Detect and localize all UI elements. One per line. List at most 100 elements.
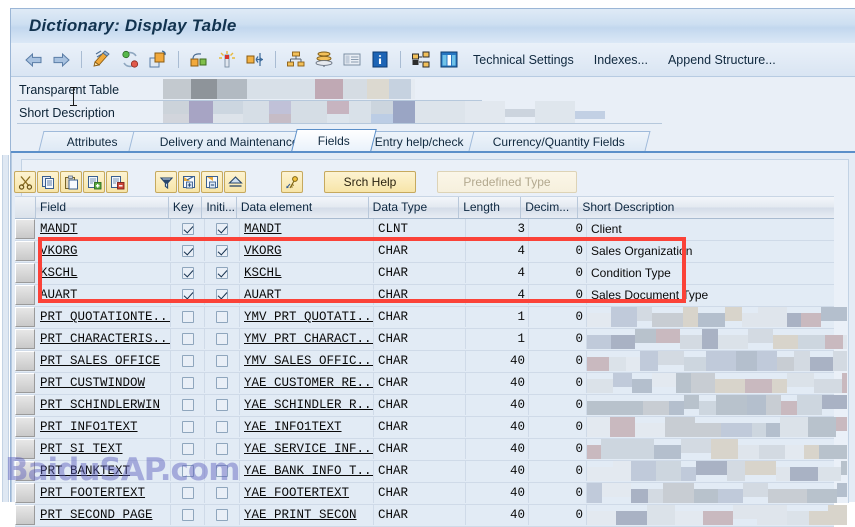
cell-field[interactable]: PRT_SECOND_PAGE: [36, 505, 171, 525]
checkbox-unchecked-icon[interactable]: [181, 509, 194, 521]
checkbox-unchecked-icon[interactable]: [216, 421, 228, 433]
checkbox-unchecked-icon[interactable]: [216, 509, 228, 521]
cell-length[interactable]: 40: [466, 417, 529, 437]
cell-initial-checkbox[interactable]: [205, 329, 240, 349]
row-select-button[interactable]: [15, 395, 35, 415]
expand-network-icon[interactable]: [243, 48, 267, 72]
cell-length[interactable]: 4: [466, 285, 529, 305]
list-display-icon[interactable]: [340, 48, 364, 72]
cell-data-element[interactable]: YMV_PRT_CHARACT...: [240, 329, 374, 349]
remove-row-button[interactable]: [201, 171, 223, 193]
cut-button[interactable]: [14, 171, 36, 193]
append-structure-link[interactable]: Append Structure...: [668, 53, 776, 67]
left-scroll-gutter[interactable]: [0, 155, 9, 502]
cell-decimals[interactable]: 0: [529, 439, 587, 459]
cell-field[interactable]: PRT_CHARACTERIS...: [36, 329, 171, 349]
cell-length[interactable]: 40: [466, 351, 529, 371]
table-row[interactable]: PRT_INFO1TEXT YAE_INFO1TEXT CHAR 40 0: [15, 417, 847, 439]
cell-data-type[interactable]: CHAR: [374, 373, 466, 393]
short-description-value-redacted[interactable]: [163, 101, 415, 123]
cell-decimals[interactable]: 0: [529, 373, 587, 393]
cell-data-type[interactable]: CHAR: [374, 307, 466, 327]
checkbox-unchecked-icon[interactable]: [181, 399, 194, 411]
cell-short-description[interactable]: Condition Type: [587, 263, 847, 283]
technical-settings-link[interactable]: Technical Settings: [473, 53, 574, 67]
cell-data-type[interactable]: CHAR: [374, 241, 466, 261]
cell-data-type[interactable]: CHAR: [374, 351, 466, 371]
cell-data-type[interactable]: CLNT: [374, 219, 466, 239]
where-used-list-icon[interactable]: [187, 48, 211, 72]
cell-field[interactable]: AUART: [36, 285, 171, 305]
cell-data-element[interactable]: YMV_PRT_QUOTATI...: [240, 307, 374, 327]
cell-length[interactable]: 40: [466, 461, 529, 481]
paste-button[interactable]: [60, 171, 82, 193]
checkbox-unchecked-icon[interactable]: [181, 421, 194, 433]
cell-key-checkbox[interactable]: [171, 417, 205, 437]
cell-key-checkbox[interactable]: [171, 395, 205, 415]
checkbox-unchecked-icon[interactable]: [216, 377, 228, 389]
delete-row-button[interactable]: [106, 171, 128, 193]
srch-help-button[interactable]: Srch Help: [324, 171, 416, 193]
table-row[interactable]: KSCHL KSCHL CHAR 4 0 Condition Type: [15, 263, 834, 285]
cell-data-element[interactable]: YAE_BANK_INFO_T...: [240, 461, 374, 481]
cell-initial-checkbox[interactable]: [205, 263, 240, 283]
column-header-length[interactable]: Length: [459, 197, 522, 218]
checkbox-unchecked-icon[interactable]: [181, 311, 194, 323]
cell-key-checkbox[interactable]: [171, 307, 205, 327]
cell-initial-checkbox[interactable]: [205, 417, 240, 437]
cell-field[interactable]: VKORG: [36, 241, 171, 261]
row-select-button[interactable]: [15, 219, 35, 239]
cell-decimals[interactable]: 0: [529, 263, 587, 283]
cell-short-description-redacted[interactable]: [587, 307, 847, 327]
checkbox-checked-icon[interactable]: [216, 245, 228, 257]
activate-icon[interactable]: [146, 48, 170, 72]
checkbox-checked-icon[interactable]: [181, 289, 194, 301]
cell-data-type[interactable]: CHAR: [374, 417, 466, 437]
checkbox-unchecked-icon[interactable]: [181, 355, 194, 367]
tab-fields[interactable]: Fields: [291, 129, 377, 151]
insert-row-button[interactable]: [83, 171, 105, 193]
checkbox-unchecked-icon[interactable]: [216, 311, 228, 323]
cell-data-type[interactable]: CHAR: [374, 439, 466, 459]
checkbox-unchecked-icon[interactable]: [216, 333, 228, 345]
column-header-key[interactable]: Key: [169, 197, 203, 218]
cell-length[interactable]: 40: [466, 505, 529, 525]
cell-short-description-redacted[interactable]: [587, 505, 847, 525]
row-select-button[interactable]: [15, 241, 35, 261]
checkbox-checked-icon[interactable]: [216, 289, 228, 301]
cell-short-description-redacted[interactable]: [587, 417, 847, 437]
cell-decimals[interactable]: 0: [529, 461, 587, 481]
transparent-table-value-redacted[interactable]: [163, 79, 415, 99]
cell-data-type[interactable]: CHAR: [374, 505, 466, 525]
structure-display-icon[interactable]: [409, 48, 433, 72]
row-select-button[interactable]: [15, 307, 35, 327]
cell-short-description[interactable]: Client: [587, 219, 847, 239]
cell-key-checkbox[interactable]: [171, 351, 205, 371]
cell-key-checkbox[interactable]: [171, 505, 205, 525]
cell-initial-checkbox[interactable]: [205, 351, 240, 371]
checkbox-checked-icon[interactable]: [216, 223, 228, 235]
cell-data-element[interactable]: AUART: [240, 285, 374, 305]
cell-short-description-redacted[interactable]: [587, 483, 847, 503]
column-header-initial[interactable]: Initi...: [202, 197, 237, 218]
cell-short-description-redacted[interactable]: [587, 373, 847, 393]
cell-data-element[interactable]: YAE_SERVICE_INF...: [240, 439, 374, 459]
row-select-button[interactable]: [15, 417, 35, 437]
checkbox-unchecked-icon[interactable]: [181, 487, 194, 499]
table-row[interactable]: VKORG VKORG CHAR 4 0 Sales Organization: [15, 241, 834, 263]
table-row[interactable]: PRT_CUSTWINDOW YAE_CUSTOMER_RE... CHAR 40 0: [15, 373, 847, 395]
cell-decimals[interactable]: 0: [529, 505, 587, 525]
cell-data-element[interactable]: VKORG: [240, 241, 374, 261]
check-syntax-icon[interactable]: [118, 48, 142, 72]
cell-key-checkbox[interactable]: [171, 373, 205, 393]
cell-decimals[interactable]: 0: [529, 241, 587, 261]
select-all-cell[interactable]: [15, 197, 36, 218]
cell-short-description-redacted[interactable]: [587, 351, 847, 371]
tab-currency-quantity-fields[interactable]: Currency/Quantity Fields: [468, 131, 651, 151]
cell-decimals[interactable]: 0: [529, 285, 587, 305]
cell-initial-checkbox[interactable]: [205, 285, 240, 305]
sort-ascending-icon[interactable]: [224, 171, 246, 193]
table-contents-icon[interactable]: [437, 48, 461, 72]
cell-field[interactable]: PRT_SALES_OFFICE: [36, 351, 171, 371]
checkbox-checked-icon[interactable]: [216, 267, 228, 279]
